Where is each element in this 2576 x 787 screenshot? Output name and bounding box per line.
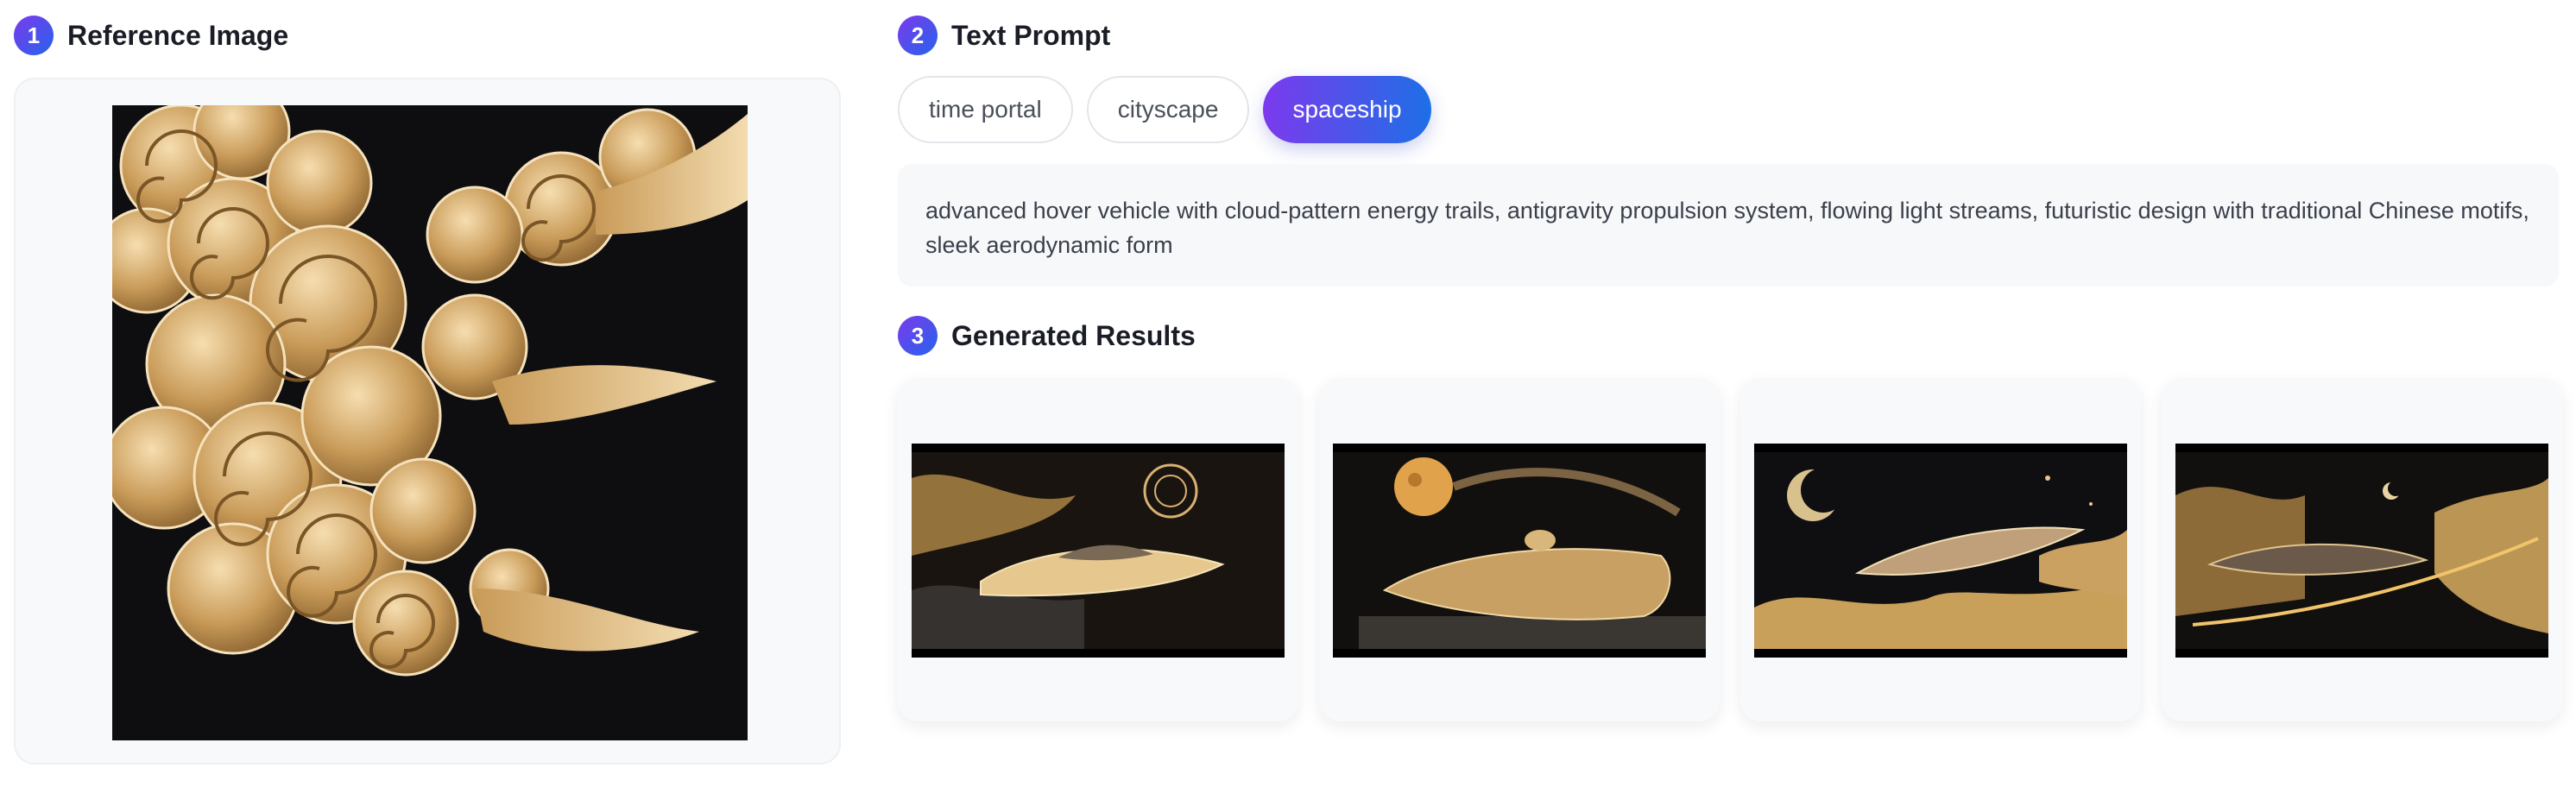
prompt-tag-list: time portal cityscape spaceship <box>898 76 1431 143</box>
tag-spaceship[interactable]: spaceship <box>1263 76 1431 143</box>
step-number-badge: 2 <box>898 16 938 55</box>
prompt-section-header: 2 Text Prompt <box>898 16 1110 55</box>
reference-section-title: Reference Image <box>67 19 289 51</box>
result-image[interactable] <box>912 444 1285 658</box>
reference-image[interactable] <box>112 105 748 740</box>
result-image[interactable] <box>1333 444 1706 658</box>
result-card[interactable] <box>1740 378 2141 721</box>
result-card[interactable] <box>2162 378 2562 721</box>
tag-cityscape[interactable]: cityscape <box>1086 76 1250 143</box>
prompt-section-title: Text Prompt <box>951 19 1111 51</box>
results-section-title: Generated Results <box>951 319 1196 351</box>
step-number-badge: 3 <box>898 316 938 356</box>
reference-image-panel <box>14 78 841 765</box>
results-grid <box>898 378 2562 721</box>
result-card[interactable] <box>898 378 1298 721</box>
result-image[interactable] <box>1754 444 2127 658</box>
tag-time-portal[interactable]: time portal <box>898 76 1073 143</box>
results-section-header: 3 Generated Results <box>898 316 1196 356</box>
result-card[interactable] <box>1319 378 1720 721</box>
result-image[interactable] <box>2175 444 2548 658</box>
prompt-text: advanced hover vehicle with cloud-patter… <box>898 164 2559 286</box>
reference-section-header: 1 Reference Image <box>14 16 288 55</box>
step-number-badge: 1 <box>14 16 54 55</box>
